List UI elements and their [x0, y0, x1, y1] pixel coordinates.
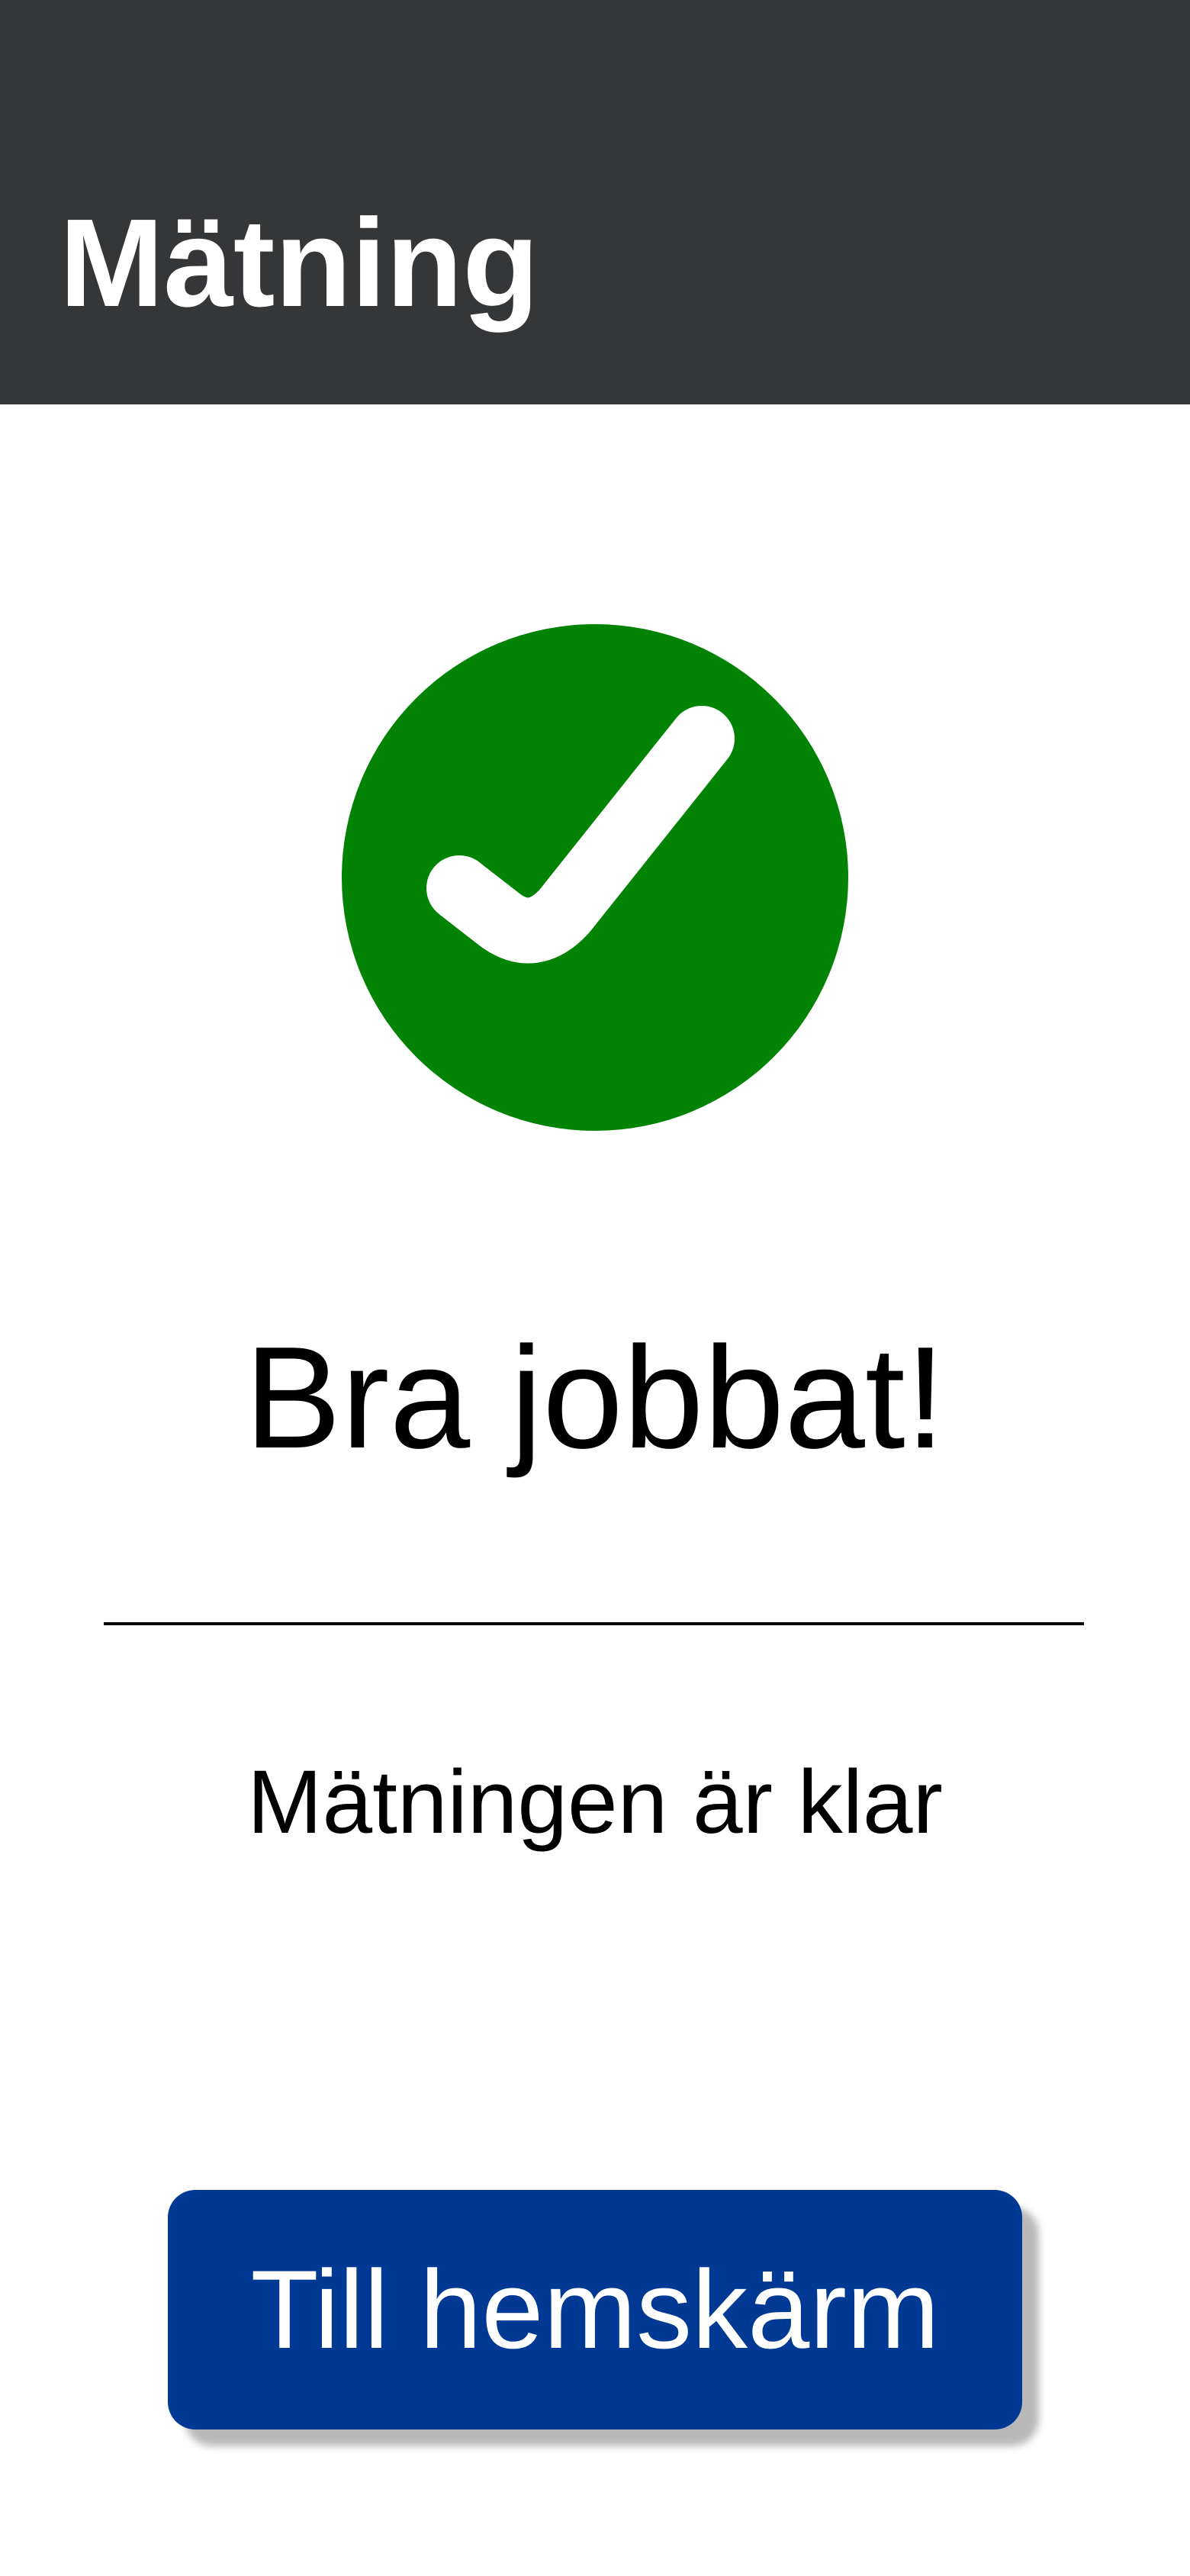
page-title: Mätning — [60, 193, 539, 333]
divider — [104, 1622, 1084, 1625]
success-headline: Bra jobbat! — [244, 1317, 946, 1479]
app-bar: Mätning — [0, 0, 1190, 404]
completion-message: Mätningen är klar — [247, 1752, 943, 1853]
home-screen-button[interactable]: Till hemskärm — [168, 2190, 1022, 2429]
check-circle-icon — [342, 624, 848, 1131]
